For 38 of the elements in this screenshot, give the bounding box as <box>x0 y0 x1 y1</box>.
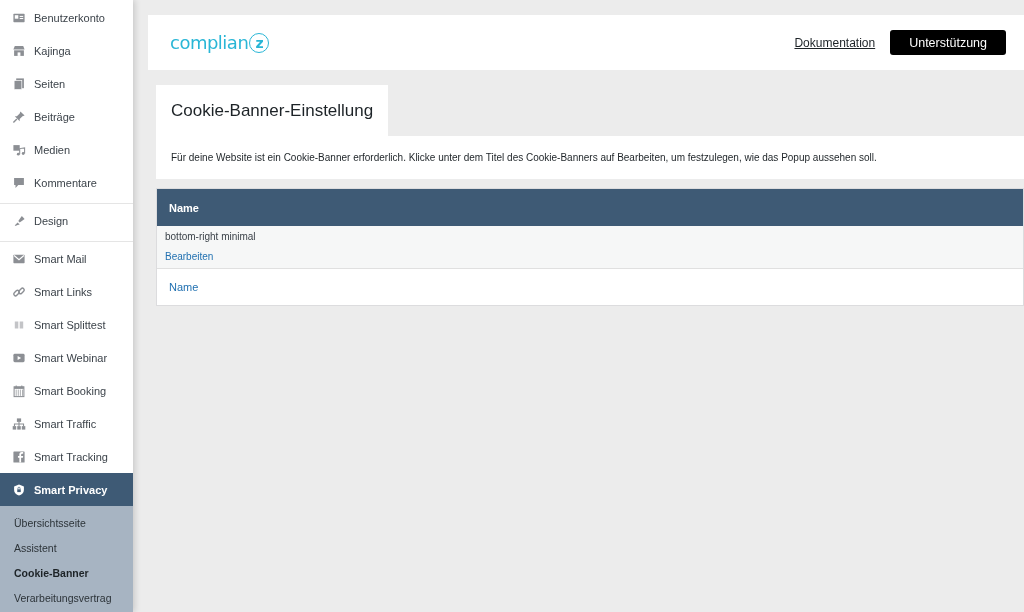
table-cell-text: bottom-right minimal <box>165 230 257 242</box>
documentation-link[interactable]: Dokumentation <box>794 35 876 50</box>
column-footer: Name <box>169 281 199 293</box>
sidebar-item[interactable]: Smart Traffic <box>0 407 133 440</box>
store-icon <box>12 43 26 58</box>
sidebar-item[interactable]: Smart Privacy <box>0 473 133 506</box>
sidebar-item[interactable]: Smart Booking <box>0 374 133 407</box>
hierarchy-icon <box>12 416 26 431</box>
link-icon <box>12 284 26 299</box>
sidebar-item[interactable]: Kajinga <box>0 34 133 67</box>
sidebar-item[interactable]: Smart Links <box>0 275 133 308</box>
logo: complian z <box>170 32 270 53</box>
submenu-item[interactable]: Übersichtsseite <box>0 510 133 535</box>
sidebar-item[interactable]: Smart Mail <box>0 242 133 275</box>
facebook-icon <box>12 449 26 464</box>
shield-lock-icon <box>12 482 26 497</box>
sidebar-item[interactable]: Smart Tracking <box>0 440 133 473</box>
pin-icon <box>12 109 26 124</box>
sidebar-item[interactable]: Design <box>0 204 133 237</box>
sidebar-item[interactable]: Beiträge <box>0 100 133 133</box>
sidebar-item[interactable]: Kommentare <box>0 166 133 199</box>
sidebar-item[interactable]: Seiten <box>0 67 133 100</box>
submenu-item[interactable]: Cookie-Banner <box>0 560 133 585</box>
sidebar-item[interactable]: Benutzerkonto <box>0 1 133 34</box>
pages-icon <box>12 76 26 91</box>
sidebar-item[interactable]: Smart Webinar <box>0 341 133 374</box>
submenu-item[interactable]: Verarbeitungsvertrag <box>0 585 133 610</box>
page-tab[interactable]: Cookie-Banner-Einstellung <box>156 85 389 136</box>
sidebar-item[interactable]: Smart Splittest <box>0 308 133 341</box>
submenu-item[interactable]: Assistent <box>0 535 133 560</box>
comment-icon <box>12 175 26 190</box>
sidebar-item[interactable]: Medien <box>0 133 133 166</box>
media-icon <box>12 142 26 157</box>
column-header: Name <box>157 189 1023 226</box>
description-text: Für deine Website ist ein Cookie-Banner erforderlich. Klicke unter dem Titel des Cookie-Banners auf Bearbeiten, um festzulegen, wie das Popup aussehen soll. <box>156 136 1024 179</box>
edit-link[interactable]: Bearbeiten <box>165 250 214 262</box>
calendar-icon <box>12 383 26 398</box>
support-button[interactable]: Unterstützung <box>890 30 1006 55</box>
